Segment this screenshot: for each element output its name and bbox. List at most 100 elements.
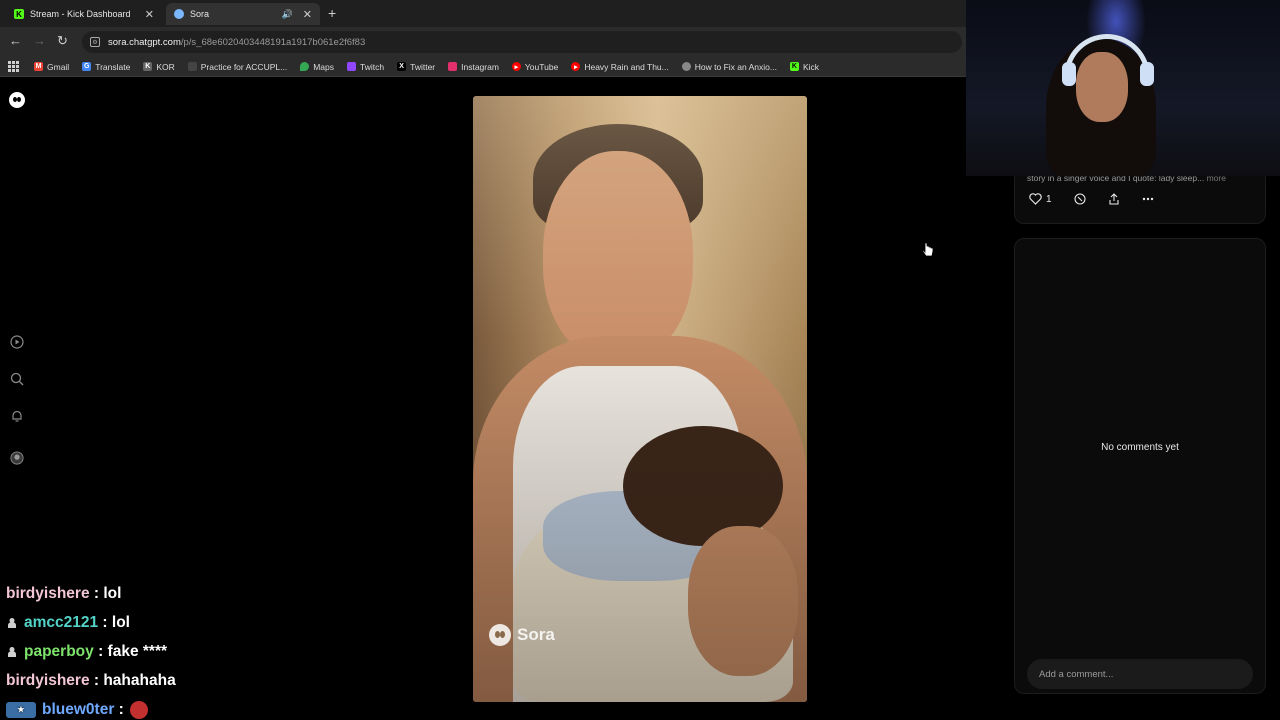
sora-watermark: Sora — [489, 624, 555, 646]
chat-message: birdyishere : lol — [6, 579, 306, 608]
chat-separator: : — [114, 700, 124, 718]
comments-panel: No comments yet — [1014, 238, 1266, 694]
chat-text: fake **** — [107, 642, 168, 660]
bookmark-kor[interactable]: K KOR — [143, 61, 175, 72]
youtube-icon: ▸ — [511, 62, 521, 71]
chat-message: paperboy : fake **** — [6, 637, 306, 666]
site-icon — [681, 62, 691, 71]
new-tab-icon[interactable]: + — [328, 5, 336, 21]
bookmark-label: Twitter — [410, 61, 436, 72]
bell-icon[interactable] — [10, 409, 24, 423]
sora-icon — [174, 9, 184, 19]
back-arrow-icon[interactable]: ← — [9, 33, 22, 48]
url-field[interactable]: ⚙ sora.chatgpt.com /p/s_68e6020403448191… — [82, 31, 962, 53]
like-count: 1 — [1046, 193, 1052, 205]
bookmark-kick[interactable]: K Kick — [789, 61, 820, 72]
share-icon — [1109, 193, 1119, 205]
chat-text: lol — [103, 584, 122, 602]
tab-sora[interactable]: Sora 🔊 ✕ — [166, 3, 320, 25]
bookmark-label: Gmail — [47, 61, 70, 72]
streamer-webcam — [966, 0, 1280, 176]
comment-input[interactable] — [1027, 659, 1253, 689]
chat-username: birdyishere — [6, 671, 90, 689]
chat-text: hahahaha — [103, 671, 176, 689]
post-actions: 1 — [1029, 193, 1154, 205]
heart-icon — [1029, 193, 1042, 205]
webcam-frame — [1062, 62, 1076, 86]
bookmark-label: How to Fix an Anxio... — [694, 61, 777, 72]
site-info-icon[interactable]: ⚙ — [90, 37, 100, 47]
bookmark-instagram[interactable]: Instagram — [448, 62, 499, 72]
bookmark-youtube[interactable]: ▸ YouTube — [511, 61, 559, 72]
remix-icon — [1074, 193, 1086, 205]
gmail-icon: M — [34, 62, 43, 71]
close-tab-icon[interactable]: ✕ — [145, 8, 154, 21]
remix-button[interactable] — [1074, 193, 1086, 205]
ellipsis-icon — [1142, 197, 1153, 201]
emote-icon — [129, 700, 148, 719]
x-icon: X — [397, 62, 407, 71]
chat-separator: : — [89, 671, 104, 689]
search-icon[interactable] — [10, 372, 24, 386]
speaker-icon[interactable]: 🔊 — [282, 9, 293, 20]
forward-arrow-icon[interactable]: → — [33, 33, 46, 48]
tab-kick-dashboard[interactable]: K Stream - Kick Dashboard ✕ — [6, 3, 162, 25]
profile-avatar-icon[interactable] — [10, 451, 24, 465]
bookmark-heavy-rain[interactable]: ▸ Heavy Rain and Thu... — [571, 61, 669, 72]
chat-message: ★ bluew0ter : — [6, 695, 306, 720]
bookmark-translate[interactable]: G Translate — [82, 62, 130, 72]
bookmark-twitter[interactable]: X Twitter — [397, 62, 435, 72]
translate-icon: G — [82, 62, 92, 71]
user-badge-icon — [6, 645, 18, 659]
bookmark-gmail[interactable]: M Gmail — [34, 62, 69, 72]
bookmark-label: Twitch — [360, 61, 385, 72]
like-button[interactable]: 1 — [1029, 193, 1052, 205]
webcam-frame — [1140, 62, 1154, 86]
empty-comments-text: No comments yet — [1101, 442, 1179, 453]
bookmark-label: Instagram — [461, 61, 499, 72]
post-info-card: story in a singer voice and I quote: lad… — [1014, 168, 1266, 224]
bookmark-label: Heavy Rain and Thu... — [584, 61, 669, 72]
share-button[interactable] — [1108, 193, 1120, 205]
close-tab-icon[interactable]: ✕ — [303, 8, 312, 21]
sora-logo[interactable] — [9, 92, 25, 108]
more-options-button[interactable] — [1142, 197, 1154, 201]
stream-chat-overlay: birdyishere : lol amcc2121 : lol paperbo… — [6, 579, 306, 720]
instagram-icon — [448, 62, 458, 71]
chat-username: birdyishere — [6, 584, 90, 602]
hand-cursor-icon — [922, 242, 934, 257]
chat-username: amcc2121 — [24, 613, 99, 631]
sora-logo-icon — [489, 624, 511, 646]
apps-grid-icon[interactable] — [8, 60, 20, 73]
sora-video-player[interactable]: Sora — [473, 96, 807, 702]
bookmark-label: Practice for ACCUPL... — [200, 61, 288, 72]
bookmark-label: KOR — [156, 61, 175, 72]
chat-separator: : — [89, 584, 104, 602]
video-frame — [473, 96, 807, 702]
kick-icon: K — [14, 9, 24, 19]
tab-title: Stream - Kick Dashboard — [30, 9, 131, 19]
url-host: sora.chatgpt.com — [108, 36, 181, 48]
twitch-icon — [347, 62, 356, 71]
bookmark-label: Maps — [313, 61, 334, 72]
bookmark-label: Kick — [802, 61, 820, 72]
bookmark-twitch[interactable]: Twitch — [347, 62, 384, 72]
url-path: /p/s_68e6020403448191a1917b061e2f6f83 — [180, 36, 366, 48]
chat-separator: : — [98, 613, 112, 631]
bookmark-maps[interactable]: Maps — [300, 62, 334, 72]
kor-icon: K — [143, 62, 153, 71]
chat-username: paperboy — [24, 642, 94, 660]
chat-username: bluew0ter — [42, 700, 115, 718]
bookmark-anxiety[interactable]: How to Fix an Anxio... — [681, 61, 777, 72]
bookmark-label: YouTube — [524, 61, 559, 72]
play-icon[interactable] — [10, 335, 24, 349]
reload-icon[interactable]: ↻ — [57, 33, 68, 49]
subscriber-badge-icon: ★ — [6, 701, 36, 718]
bookmark-label: Translate — [95, 61, 131, 72]
tab-title: Sora — [190, 9, 210, 19]
kick-icon: K — [789, 62, 799, 71]
blank-icon — [187, 62, 197, 71]
bookmark-practice[interactable]: Practice for ACCUPL... — [187, 61, 288, 72]
user-badge-icon — [6, 616, 18, 630]
chat-message: amcc2121 : lol — [6, 608, 306, 637]
